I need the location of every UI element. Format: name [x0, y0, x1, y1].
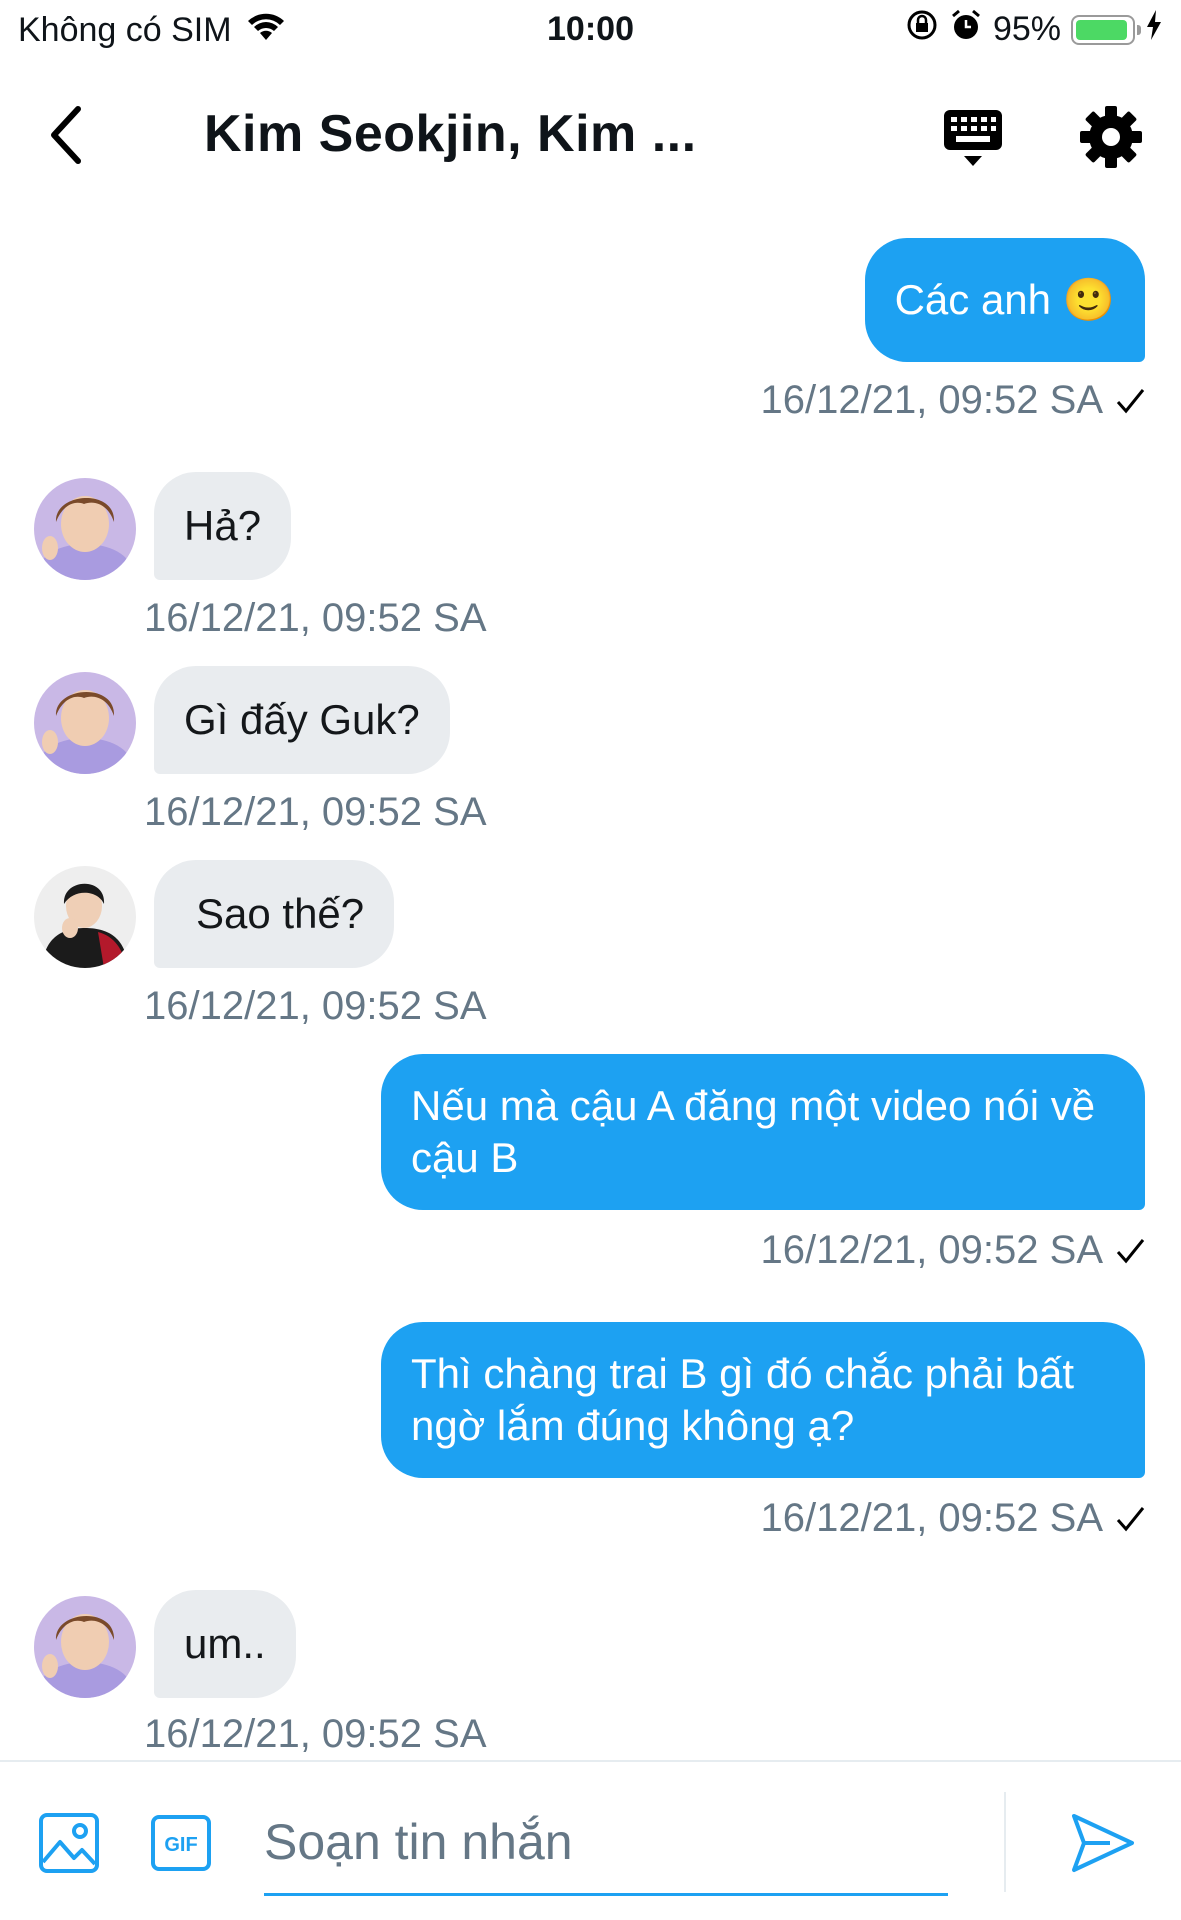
gif-icon: GIF [151, 1815, 211, 1871]
message-text: Nếu mà cậu A đăng một video nói về cậu B [411, 1082, 1096, 1181]
message-bubble-incoming[interactable]: Sao thế? [154, 860, 395, 968]
message-text: um.. [184, 1620, 266, 1667]
message-bubble-incoming[interactable]: Gì đấy Guk? [154, 666, 450, 774]
message-bubble-outgoing[interactable]: Nếu mà cậu A đăng một video nói về cậu B [381, 1054, 1145, 1210]
message-timestamp: 16/12/21, 09:52 SA [144, 790, 487, 834]
keyboard-icon [944, 110, 1002, 166]
add-gif-button[interactable]: GIF [150, 1814, 212, 1872]
message-timestamp: 16/12/21, 09:52 SA [761, 1496, 1146, 1541]
battery-percent: 95% [992, 10, 1061, 48]
message-timestamp: 16/12/21, 09:52 SA [761, 1228, 1146, 1273]
message-timestamp: 16/12/21, 09:52 SA [144, 1712, 487, 1756]
status-bar: Không có SIM 10:00 95% [0, 0, 1181, 60]
message-text: Các anh 🙂 [894, 276, 1115, 323]
message-bubble-outgoing[interactable]: Các anh 🙂 [864, 238, 1145, 362]
message-text: Thì chàng trai B gì đó chắc phải bất ngờ… [411, 1350, 1075, 1449]
conversation-title: Kim Seokjin, Kim ... [204, 105, 697, 163]
message-input[interactable] [264, 1790, 948, 1893]
back-button[interactable] [36, 100, 96, 170]
message-timestamp: 16/12/21, 09:52 SA [144, 596, 487, 640]
chevron-left-icon [51, 106, 81, 164]
message-composer: GIF [0, 1760, 1181, 1920]
status-right: 95% [905, 8, 1163, 51]
message-timestamp: 16/12/21, 09:52 SA [144, 984, 487, 1028]
gif-label: GIF [164, 1834, 197, 1856]
conversation-header: Kim Seokjin, Kim ... [0, 60, 1181, 210]
message-timestamp: 16/12/21, 09:52 SA [761, 378, 1146, 423]
message-bubble-incoming[interactable]: Hả? [154, 472, 292, 580]
send-button[interactable] [1070, 1812, 1136, 1874]
rotation-lock-icon [905, 8, 939, 51]
avatar[interactable] [34, 672, 136, 774]
message-bubble-outgoing[interactable]: Thì chàng trai B gì đó chắc phải bất ngờ… [381, 1322, 1145, 1478]
composer-divider [1004, 1792, 1006, 1892]
charging-icon [1145, 10, 1163, 49]
message-input-wrapper [264, 1790, 948, 1896]
image-icon [39, 1813, 99, 1873]
check-icon [1116, 1238, 1145, 1263]
battery-icon [1071, 14, 1141, 45]
timestamp-text: 16/12/21, 09:52 SA [760, 1496, 1104, 1540]
message-text: Hả? [184, 502, 262, 549]
settings-button[interactable] [1078, 104, 1144, 170]
check-icon [1116, 388, 1145, 413]
message-bubble-incoming[interactable]: um.. [154, 1590, 296, 1698]
avatar[interactable] [34, 1596, 136, 1698]
avatar[interactable] [34, 866, 136, 968]
gear-icon [1080, 106, 1142, 168]
add-image-button[interactable] [38, 1812, 100, 1874]
keyboard-button[interactable] [940, 104, 1006, 170]
avatar[interactable] [34, 478, 136, 580]
check-icon [1116, 1506, 1145, 1531]
timestamp-text: 16/12/21, 09:52 SA [760, 378, 1104, 422]
message-text: Sao thế? [196, 890, 365, 937]
alarm-icon [949, 8, 983, 51]
message-text: Gì đấy Guk? [184, 696, 420, 743]
timestamp-text: 16/12/21, 09:52 SA [760, 1228, 1104, 1272]
send-icon [1072, 1814, 1134, 1872]
